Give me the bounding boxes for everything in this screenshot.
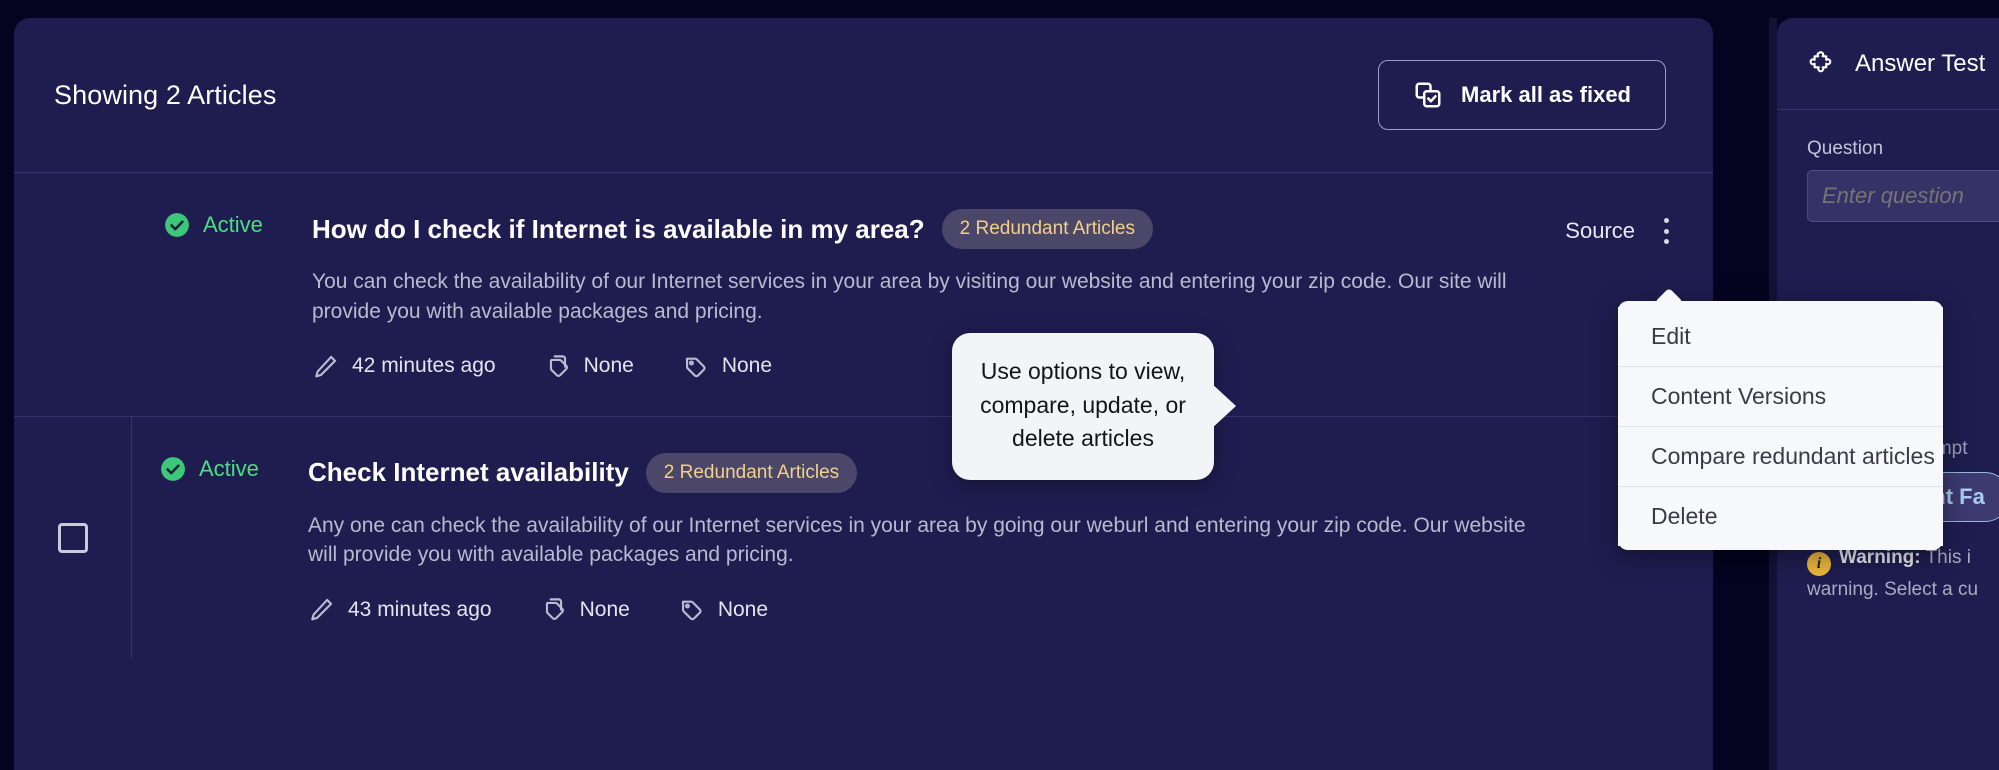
answer-test-panel-header: Answer Test <box>1777 18 1999 110</box>
puzzle-piece-icon <box>1807 49 1837 79</box>
meta-category: None <box>540 596 630 623</box>
page-title: Showing 2 Articles <box>54 79 277 110</box>
article-body: Any one can check the availability of ou… <box>308 513 1526 567</box>
tooltip-tail <box>1210 382 1236 431</box>
article-body: You can check the availability of our In… <box>312 270 1507 323</box>
more-vertical-icon[interactable] <box>1653 215 1679 247</box>
status-label: Active <box>203 212 263 237</box>
status-badge: Active <box>160 453 308 482</box>
row-gutter <box>14 173 132 416</box>
tag-icon <box>678 596 705 623</box>
check-circle-icon <box>160 456 186 482</box>
article-title[interactable]: Check Internet availability <box>308 457 629 488</box>
redundant-articles-badge[interactable]: 2 Redundant Articles <box>645 452 858 493</box>
meta-last-updated-label: 43 minutes ago <box>348 597 492 621</box>
menu-item-delete[interactable]: Delete <box>1618 486 1943 546</box>
screen-root: Showing 2 Articles Mark all as fixed Act… <box>0 0 1999 770</box>
pencil-icon <box>308 596 335 623</box>
meta-category-label: None <box>583 354 634 378</box>
article-content: Active How do I check if Internet is ava… <box>132 173 1713 416</box>
answer-test-title: Answer Test <box>1855 49 1986 77</box>
article-row[interactable]: Active How do I check if Internet is ava… <box>14 173 1713 416</box>
meta-tags-label: None <box>717 597 769 621</box>
status-label: Active <box>199 455 259 481</box>
article-row[interactable]: Active Check Internet availability 2 Red… <box>14 415 1713 660</box>
meta-category: None <box>544 353 634 380</box>
article-content: Active Check Internet availability 2 Red… <box>132 417 1713 660</box>
question-input[interactable] <box>1807 170 1999 222</box>
meta-tags-label: None <box>721 354 773 378</box>
options-tooltip-text: Use options to view, compare, update, or… <box>980 358 1186 452</box>
warning-prefix: Warning: <box>1839 547 1921 568</box>
articles-panel-header: Showing 2 Articles Mark all as fixed <box>14 18 1713 173</box>
menu-item-edit[interactable]: Edit <box>1618 307 1943 366</box>
options-tooltip: Use options to view, compare, update, or… <box>952 333 1236 480</box>
article-select-checkbox[interactable] <box>57 522 88 553</box>
meta-category-label: None <box>579 597 630 621</box>
status-badge: Active <box>164 209 312 238</box>
row-gutter <box>14 416 132 660</box>
pencil-icon <box>312 353 339 380</box>
meta-tags: None <box>678 596 768 623</box>
meta-last-updated-label: 42 minutes ago <box>352 354 496 378</box>
redundant-articles-badge[interactable]: 2 Redundant Articles <box>941 209 1153 249</box>
tag-stack-icon <box>540 596 567 623</box>
enrichment-warning: i Warning: This i warning. Select a cu <box>1807 544 1999 605</box>
menu-item-content-versions[interactable]: Content Versions <box>1618 366 1943 426</box>
tag-icon <box>682 353 709 380</box>
article-context-menu: Edit Content Versions Compare redundant … <box>1618 287 1943 550</box>
source-link[interactable]: Source <box>1565 218 1635 244</box>
meta-last-updated: 43 minutes ago <box>308 596 492 623</box>
articles-panel: Showing 2 Articles Mark all as fixed Act… <box>14 18 1713 770</box>
article-title[interactable]: How do I check if Internet is available … <box>312 214 925 245</box>
check-circle-icon <box>164 212 190 238</box>
mark-all-as-fixed-label: Mark all as fixed <box>1461 82 1631 107</box>
question-field-label: Question <box>1807 138 1884 159</box>
meta-tags: None <box>682 353 772 380</box>
menu-item-compare-redundant-articles[interactable]: Compare redundant articles <box>1618 426 1943 486</box>
tag-stack-icon <box>544 353 571 380</box>
copy-check-icon <box>1413 80 1443 110</box>
article-actions: Source <box>1565 215 1679 247</box>
article-meta-row: 43 minutes ago None None <box>308 596 1673 623</box>
meta-last-updated: 42 minutes ago <box>312 353 496 380</box>
info-icon: i <box>1807 552 1831 576</box>
mark-all-as-fixed-button[interactable]: Mark all as fixed <box>1378 60 1666 130</box>
